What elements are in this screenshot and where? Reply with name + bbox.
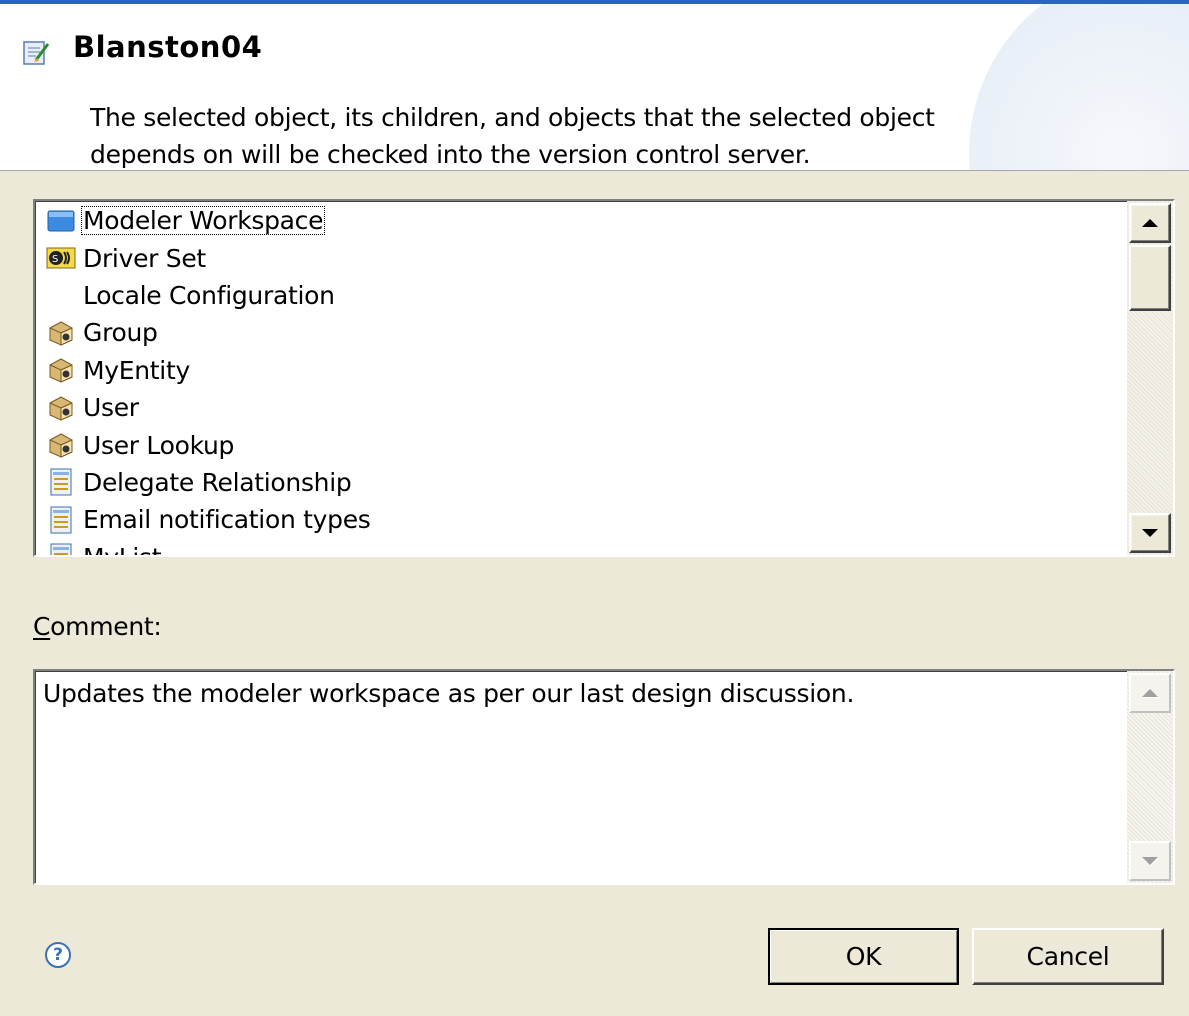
entity-icon bbox=[45, 319, 77, 347]
comment-input[interactable]: Updates the modeler workspace as per our… bbox=[43, 677, 1123, 872]
comment-scroll-up-button[interactable] bbox=[1129, 673, 1171, 713]
list-item[interactable]: Locale Configuration bbox=[45, 277, 1115, 314]
dialog-header: Blanston04 The selected object, its chil… bbox=[0, 4, 1189, 171]
list-item-label: MyList bbox=[81, 543, 163, 555]
driver-set-icon: S bbox=[45, 244, 77, 272]
list-item[interactable]: S Driver Set bbox=[45, 239, 1115, 276]
blank-icon bbox=[45, 281, 77, 309]
list-item-label: Driver Set bbox=[83, 243, 206, 273]
list-item-label: MyEntity bbox=[83, 355, 190, 385]
list-item-label: Modeler Workspace bbox=[81, 206, 326, 236]
objects-list[interactable]: Modeler Workspace S Driver Set Locale Confi… bbox=[33, 199, 1175, 557]
comment-scrollbar[interactable] bbox=[1127, 671, 1173, 883]
comment-scroll-down-button[interactable] bbox=[1129, 841, 1171, 881]
list-item[interactable]: Modeler Workspace bbox=[45, 202, 1115, 239]
objects-list-scrollbar[interactable] bbox=[1127, 201, 1173, 555]
entity-icon bbox=[45, 356, 77, 384]
list-item[interactable]: Group bbox=[45, 314, 1115, 351]
list-item[interactable]: MyList bbox=[45, 539, 1115, 555]
list-item[interactable]: User Lookup bbox=[45, 426, 1115, 463]
arrow-down-icon bbox=[1142, 857, 1158, 865]
comment-label-mnemonic: C bbox=[33, 612, 51, 641]
comment-field[interactable]: Updates the modeler workspace as per our… bbox=[33, 669, 1175, 885]
check-in-icon bbox=[23, 41, 50, 65]
entity-icon bbox=[45, 431, 77, 459]
workspace-icon bbox=[45, 207, 77, 235]
comment-label-text: omment: bbox=[50, 612, 162, 641]
scroll-down-button[interactable] bbox=[1129, 513, 1171, 553]
objects-list-items: Modeler Workspace S Driver Set Locale Confi… bbox=[45, 202, 1115, 555]
list-icon bbox=[45, 506, 77, 534]
arrow-down-icon bbox=[1142, 529, 1158, 537]
list-item-label: Group bbox=[83, 318, 158, 348]
comment-label: Comment: bbox=[33, 612, 162, 641]
description-line-2: depends on will be checked into the vers… bbox=[90, 140, 811, 169]
list-item-label: User Lookup bbox=[83, 430, 235, 460]
scroll-up-button[interactable] bbox=[1129, 203, 1171, 243]
arrow-up-icon bbox=[1142, 689, 1158, 697]
list-item[interactable]: User bbox=[45, 389, 1115, 426]
cancel-button[interactable]: Cancel bbox=[972, 928, 1164, 985]
list-icon bbox=[45, 468, 77, 496]
list-item[interactable]: Delegate Relationship bbox=[45, 464, 1115, 501]
list-icon bbox=[45, 543, 77, 555]
svg-text:S: S bbox=[52, 254, 58, 265]
list-item[interactable]: MyEntity bbox=[45, 352, 1115, 389]
entity-icon bbox=[45, 394, 77, 422]
list-item-label: User bbox=[83, 393, 139, 423]
scrollbar-thumb[interactable] bbox=[1129, 245, 1171, 311]
list-item-label: Delegate Relationship bbox=[83, 467, 352, 497]
ok-button[interactable]: OK bbox=[768, 928, 959, 985]
dialog-title: Blanston04 bbox=[73, 30, 263, 64]
list-item-label: Email notification types bbox=[83, 505, 371, 535]
dialog-description: The selected object, its children, and o… bbox=[90, 99, 1050, 170]
arrow-up-icon bbox=[1142, 219, 1158, 227]
list-item[interactable]: Email notification types bbox=[45, 501, 1115, 538]
help-icon[interactable]: ? bbox=[45, 942, 71, 968]
description-line-1: The selected object, its children, and o… bbox=[90, 103, 935, 132]
list-item-label: Locale Configuration bbox=[83, 280, 335, 310]
